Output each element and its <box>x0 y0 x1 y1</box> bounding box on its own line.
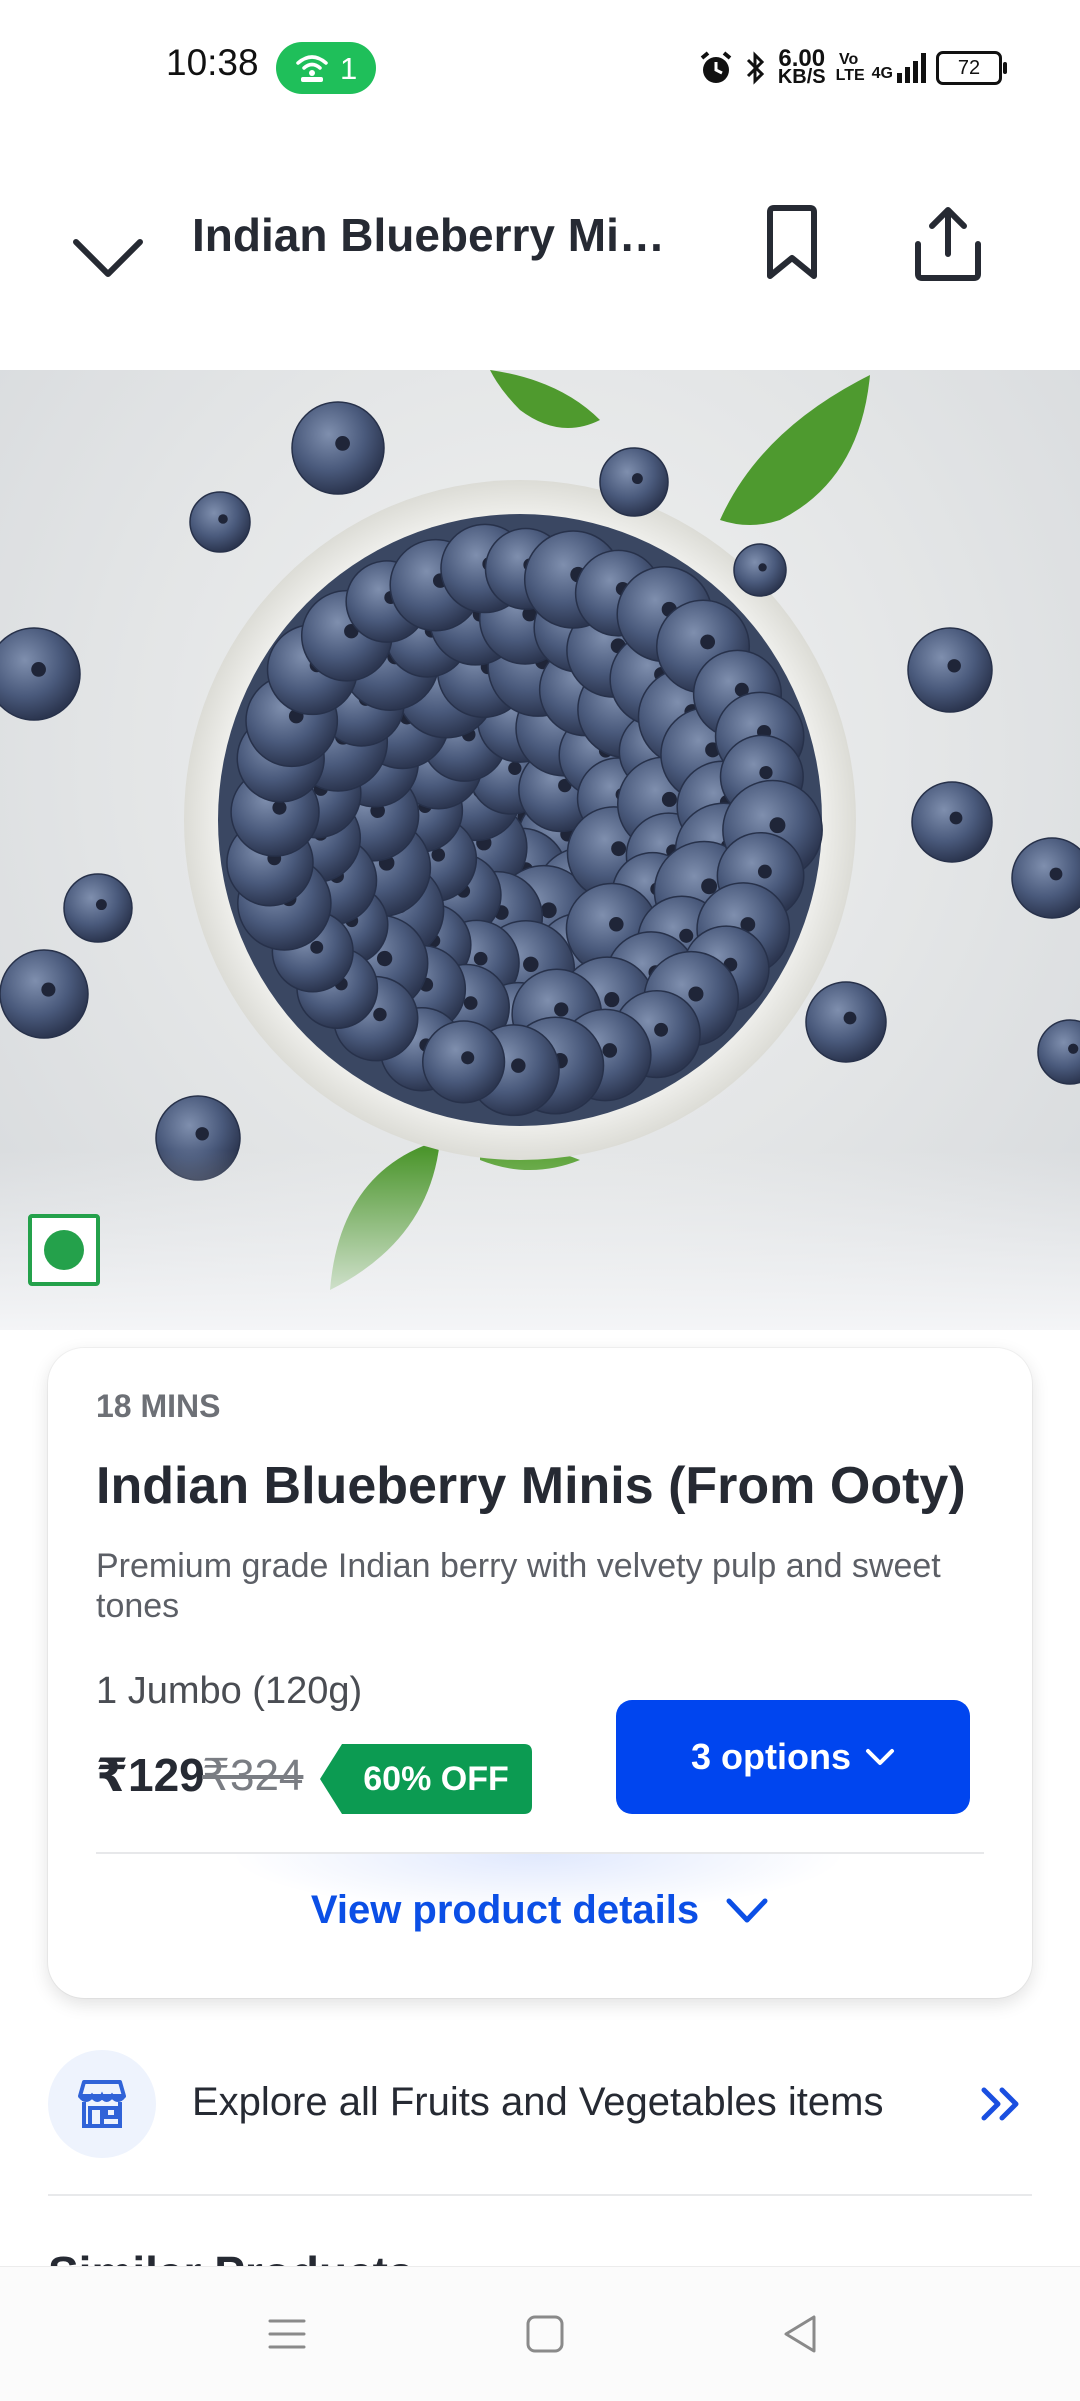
store-icon <box>48 2050 156 2158</box>
blueberry-crown <box>272 800 287 815</box>
signal-bars-icon <box>897 53 926 83</box>
menu-icon <box>268 2319 306 2349</box>
blueberry-crown <box>508 761 522 775</box>
product-price: ₹129 <box>96 1749 205 1801</box>
hotspot-icon <box>296 55 328 82</box>
blueberry-crown <box>461 1051 475 1065</box>
blueberry-crown <box>554 1002 569 1017</box>
storefront-icon <box>78 2080 126 2128</box>
home-icon <box>526 2315 564 2353</box>
veg-indicator-icon <box>28 1214 100 1286</box>
blueberry-crown <box>609 917 624 932</box>
options-label: 3 options <box>691 1736 851 1777</box>
volte-label: Vo LTE <box>835 51 865 84</box>
explore-label: Explore all Fruits and Vegetables items <box>192 2080 884 2124</box>
product-mrp: ₹324 <box>202 1751 304 1800</box>
blueberry-crown <box>843 1011 857 1025</box>
product-quantity: 1 Jumbo (120g) <box>96 1670 363 1712</box>
blueberry-crown <box>523 956 539 973</box>
blueberry-crown <box>1049 867 1063 881</box>
status-bar: 10:38 1 6.00 KB/S Vo LTE 4G 72 <box>0 0 1080 140</box>
share-icon <box>915 207 981 281</box>
blueberry-crown <box>41 982 56 997</box>
network-type: 4G <box>871 65 893 82</box>
blueberry-crown <box>310 940 324 954</box>
app-header: Indian Blueberry Minis (From Ooty) <box>0 140 1080 370</box>
menu-button[interactable] <box>266 2313 308 2360</box>
blueberry-crown <box>373 1007 387 1022</box>
product-info-card: 18 MINS Indian Blueberry Minis (From Oot… <box>48 1348 1032 1998</box>
blueberry-crown <box>604 992 620 1008</box>
bookmark-button[interactable] <box>760 204 824 284</box>
product-image[interactable] <box>0 370 1080 1330</box>
bluetooth-icon <box>746 51 764 85</box>
product-name: Indian Blueberry Minis (From Ooty) <box>96 1457 966 1515</box>
blueberry-crown <box>679 928 694 943</box>
network-speed: 6.00 KB/S <box>777 47 826 88</box>
chevron-down-icon <box>726 1898 768 1922</box>
blueberry-crown <box>95 899 107 911</box>
options-button[interactable]: 3 options <box>616 1700 970 1814</box>
back-icon <box>784 2315 816 2353</box>
back-button[interactable] <box>780 2313 822 2360</box>
blueberry-crown <box>463 996 478 1010</box>
bookmark-icon <box>767 205 817 279</box>
alarm-icon <box>700 51 732 83</box>
chevron-down-icon <box>73 239 143 277</box>
blueberry <box>1011 837 1080 919</box>
blueberry-crown <box>947 659 961 673</box>
section-divider <box>48 2194 1032 2196</box>
blueberry-crown <box>769 817 786 834</box>
discount-label: 60% OFF <box>363 1760 509 1798</box>
blueberry-crown <box>661 791 677 807</box>
blueberry-crown <box>757 864 772 879</box>
blueberry-crown <box>511 1058 526 1073</box>
page-title: Indian Blueberry Minis (From Ooty) <box>192 209 672 261</box>
collapse-button[interactable] <box>70 220 146 296</box>
product-description: Premium grade Indian berry with velvety … <box>96 1547 941 1625</box>
blueberry-crown <box>631 473 643 485</box>
blueberry-crown <box>700 634 716 650</box>
blueberry-crown <box>540 902 557 919</box>
cellular-signal: 4G <box>872 53 926 83</box>
explore-category-link[interactable]: Explore all Fruits and Vegetables items <box>48 2050 1032 2160</box>
blueberry-crown <box>758 563 767 572</box>
blueberry-crown <box>335 436 350 451</box>
blueberry-crown <box>376 950 393 967</box>
blueberry-crown <box>1068 1043 1079 1054</box>
blueberry-crown <box>611 841 627 857</box>
blueberry-crown <box>949 811 963 825</box>
blueberry-crown <box>473 951 488 966</box>
net-speed-unit: KB/S <box>777 66 826 88</box>
hotspot-count: 1 <box>340 51 358 86</box>
delivery-eta: 18 MINS <box>96 1388 221 1424</box>
blueberry-crown <box>759 765 773 780</box>
home-button[interactable] <box>524 2313 566 2360</box>
blueberry-crown <box>602 1043 618 1058</box>
blueberry-crown <box>688 986 704 1002</box>
chevron-down-icon <box>866 1749 894 1765</box>
view-details-label: View product details <box>310 1888 700 1932</box>
status-time: 10:38 <box>166 42 259 83</box>
system-nav-bar <box>0 2266 1080 2401</box>
image-fade <box>0 1150 1080 1330</box>
blueberry-crown <box>195 1127 209 1141</box>
blueberry-crown <box>654 1022 669 1037</box>
battery-icon: 72 <box>936 51 1007 85</box>
hotspot-indicator: 1 <box>276 42 376 94</box>
double-chevron-right-icon <box>981 2087 1019 2121</box>
blueberry-crown <box>31 662 46 677</box>
blueberry-crown <box>218 514 228 524</box>
status-icons: 6.00 KB/S Vo LTE 4G 72 <box>698 44 1007 92</box>
share-button[interactable] <box>912 204 984 284</box>
discount-badge: 60% OFF <box>320 1744 532 1814</box>
view-product-details-button[interactable]: View product details <box>48 1888 1032 1933</box>
